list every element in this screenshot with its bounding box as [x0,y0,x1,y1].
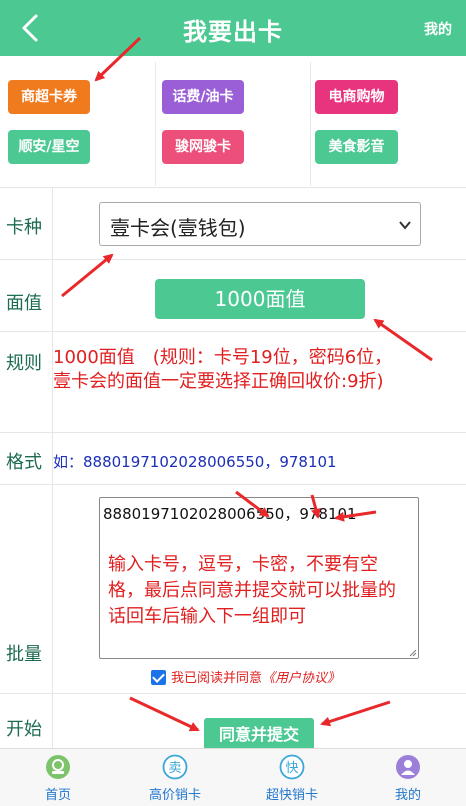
svg-text:快: 快 [285,761,298,776]
category-button-ecommerce[interactable]: 电商购物 [315,80,398,114]
batch-textarea[interactable]: 8880197102028006550，978101 输入卡号，逗号，卡密，不要… [99,497,419,659]
row-divider [52,485,53,693]
agree-checkbox[interactable] [151,670,166,685]
agreement-line: 我已阅读并同意《用户协议》 [151,667,340,686]
row-divider [52,188,53,259]
category-button-phone-fuel[interactable]: 话费/油卡 [162,80,244,114]
grid-divider [310,62,311,186]
batch-row: 批量 8880197102028006550，978101 输入卡号，逗号，卡密… [0,485,466,694]
face-value-row: 面值 1000面值 [0,260,466,332]
nav-item-high-price-sell[interactable]: 卖 高价销卡 [117,749,233,806]
nav-item-fast-sell[interactable]: 快 超快销卡 [234,749,350,806]
grid-divider [155,62,156,186]
nav-item-home[interactable]: 首页 [0,749,116,806]
rule-row: 规则 1000面值 (规则：卡号19位，密码6位，壹卡会的面值一定要选择正确回收… [0,332,466,433]
batch-label: 批量 [6,644,42,665]
my-account-link[interactable]: 我的 [424,19,452,39]
nav-label-mine: 我的 [394,788,421,803]
card-type-row: 卡种 壹卡会(壹钱包) [0,188,466,260]
nav-item-mine[interactable]: 我的 [350,749,466,806]
batch-instruction-annotation: 输入卡号，逗号，卡密，不要有空格，最后点同意并提交就可以批量的话回车后输入下一组… [108,554,396,627]
start-row: 开始 同意并提交 [0,694,466,752]
home-icon [46,755,70,779]
category-grid: 商超卡券 话费/油卡 电商购物 顺安/星空 骏网骏卡 美食影音 [0,56,466,188]
start-label: 开始 [6,719,42,740]
row-divider [52,260,53,331]
format-row: 格式 如：8880197102028006550，978101 [0,433,466,485]
category-button-food-media[interactable]: 美食影音 [315,130,398,164]
resize-grip-icon[interactable] [409,649,417,657]
agree-submit-button[interactable]: 同意并提交 [204,718,314,752]
nav-label-fast-sell: 超快销卡 [265,788,318,803]
svg-text:卖: 卖 [168,761,181,776]
sell-icon: 卖 [162,754,188,780]
user-icon [396,755,420,779]
batch-textarea-value: 8880197102028006550，978101 [103,505,357,523]
page: 我要出卡 我的 商超卡券 话费/油卡 电商购物 顺安/星空 骏网骏卡 美食影音 … [0,0,466,806]
face-value-button[interactable]: 1000面值 [155,279,365,319]
nav-label-home: 首页 [44,788,71,803]
format-example: 如：8880197102028006550，978101 [53,453,337,471]
card-type-label: 卡种 [6,217,42,238]
bottom-nav: 首页 卖 高价销卡 快 超快销卡 我的 [0,748,466,806]
format-label: 格式 [6,452,42,473]
rule-label: 规则 [6,353,42,374]
category-button-supermarket[interactable]: 商超卡券 [8,80,90,114]
card-type-select[interactable]: 壹卡会(壹钱包) [99,202,421,246]
fast-icon: 快 [279,754,305,780]
top-bar: 我要出卡 我的 [0,0,466,56]
nav-label-high-price-sell: 高价销卡 [148,788,201,803]
chevron-down-icon [399,221,411,230]
card-type-selected-value: 壹卡会(壹钱包) [110,216,246,240]
rule-text: 1000面值 (规则：卡号19位，密码6位，壹卡会的面值一定要选择正确回收价:9… [53,347,393,392]
page-title: 我要出卡 [183,18,283,46]
category-button-shunan[interactable]: 顺安/星空 [8,130,90,164]
agree-text: 我已阅读并同意 [171,671,263,686]
row-divider [52,694,53,748]
face-value-label: 面值 [6,293,42,314]
category-button-junnet[interactable]: 骏网骏卡 [162,130,244,164]
user-agreement-link[interactable]: 《用户协议》 [262,671,340,686]
